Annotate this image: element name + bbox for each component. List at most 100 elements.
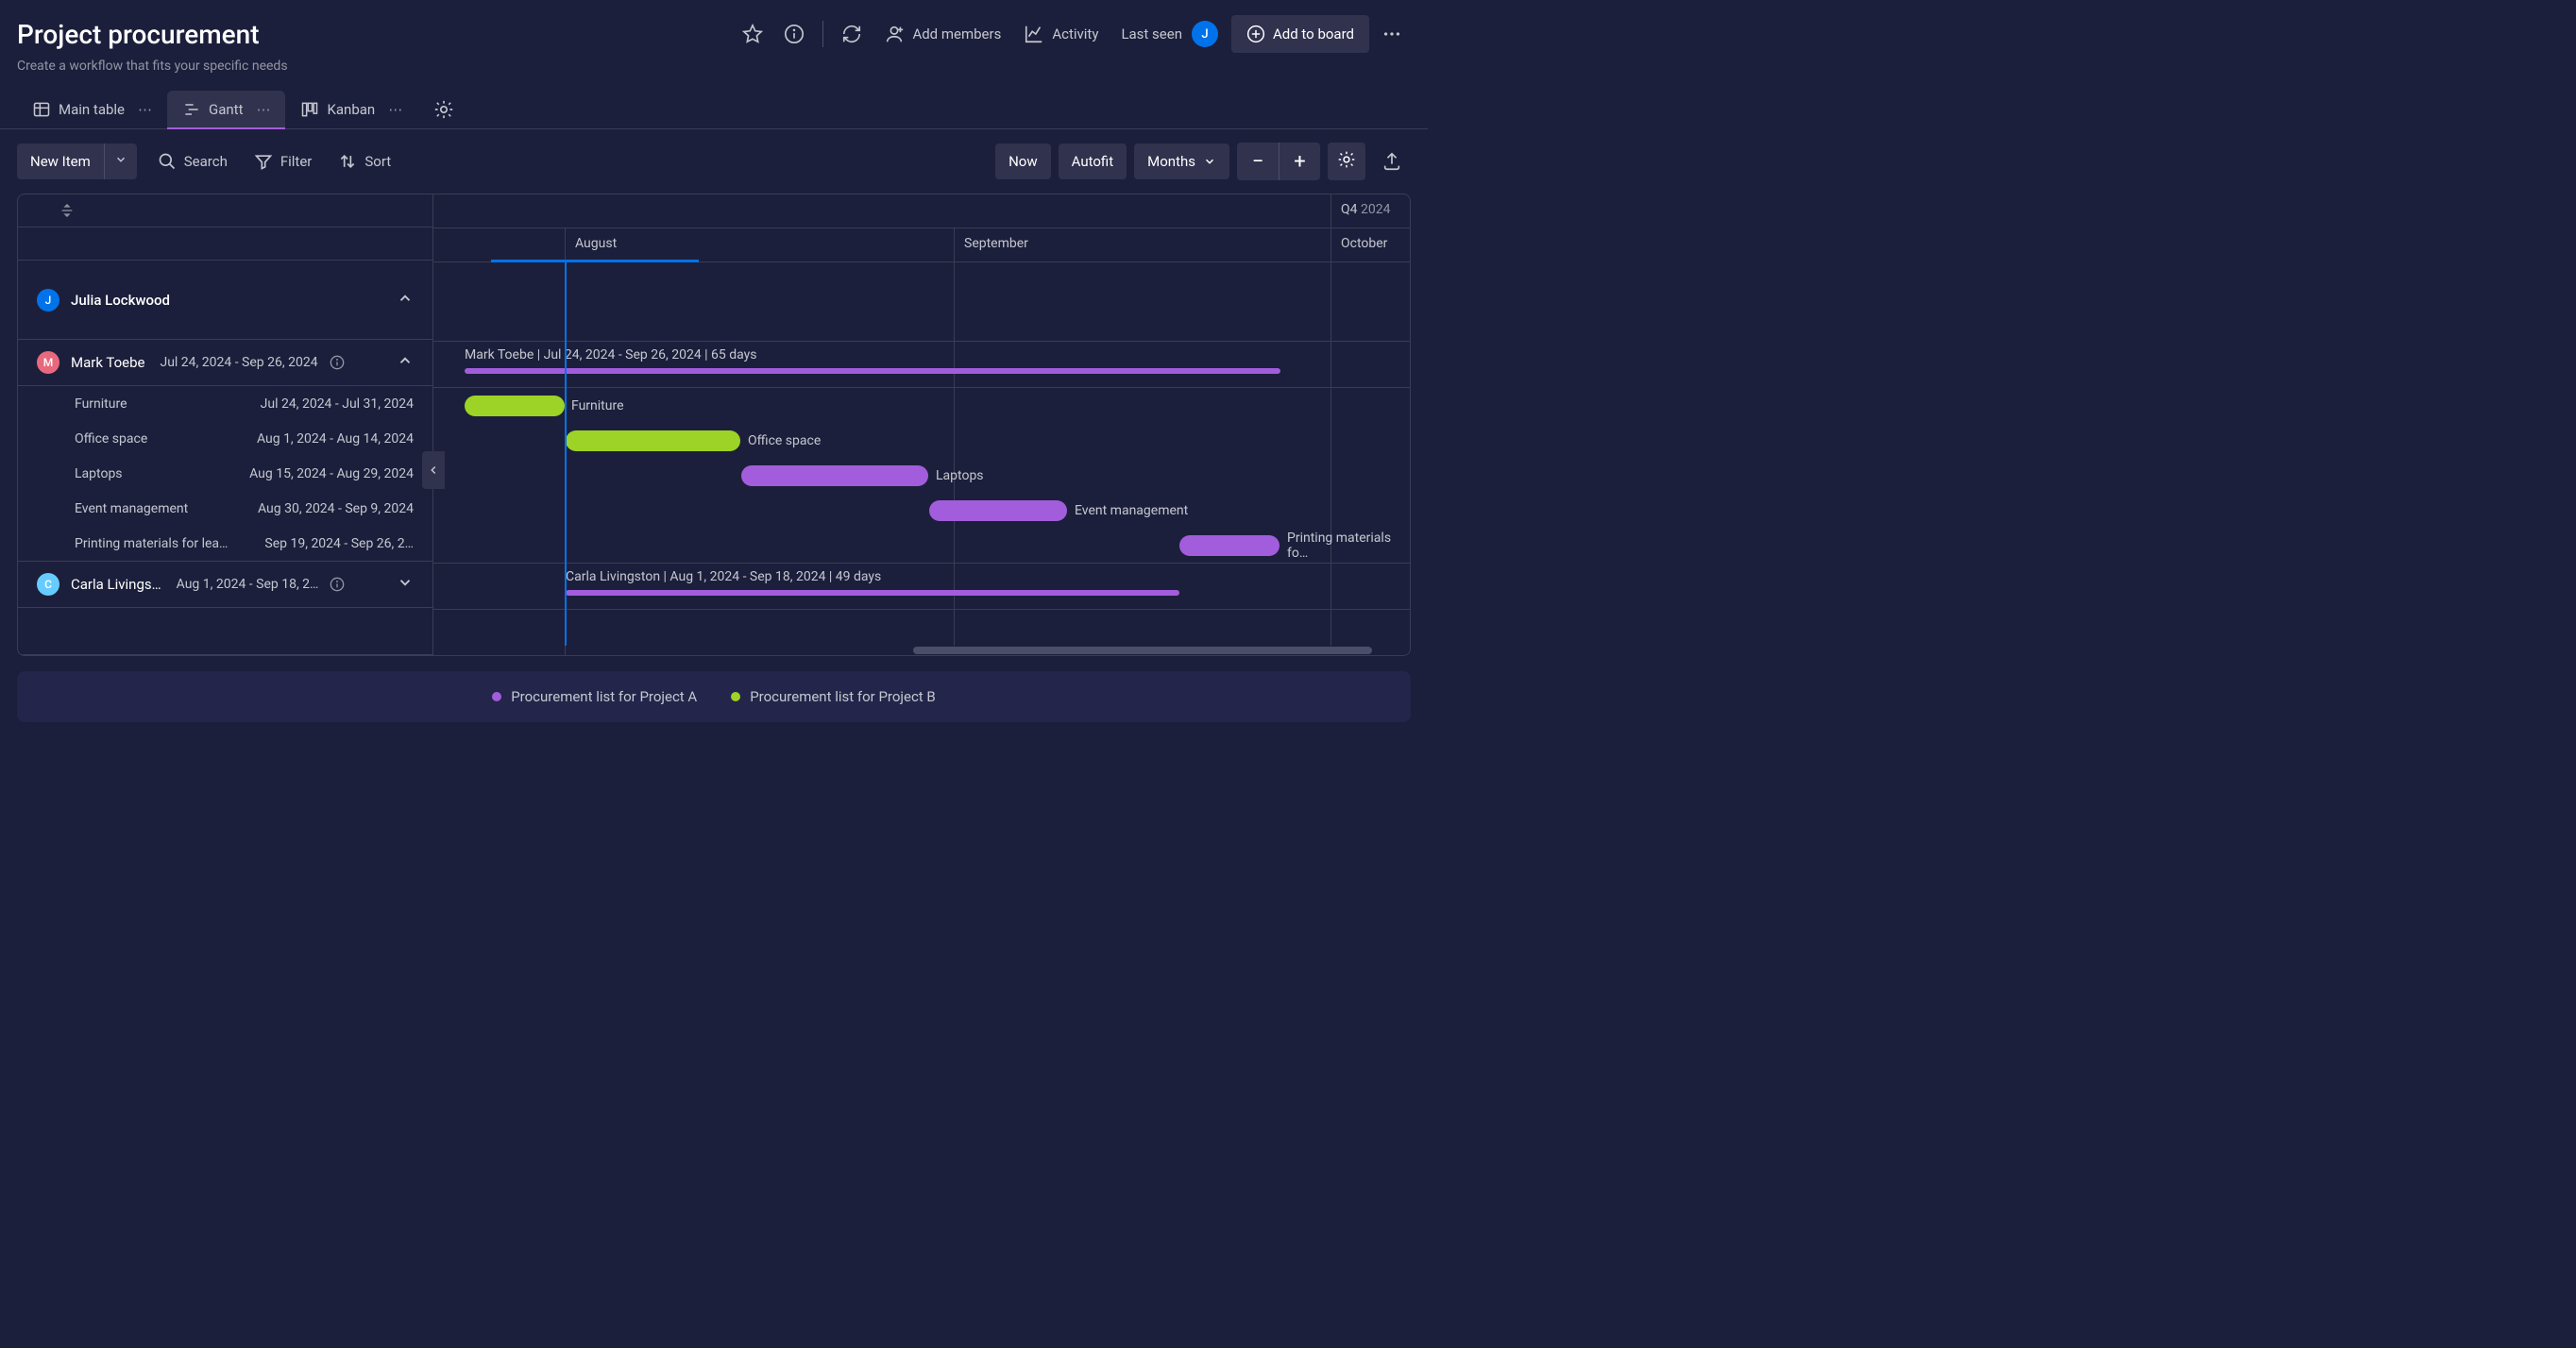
info-button[interactable]	[775, 15, 813, 53]
legend-dot	[492, 692, 501, 701]
resize-handle-icon[interactable]	[59, 203, 75, 218]
new-item-label: New Item	[17, 143, 104, 179]
task-name: Laptops	[75, 466, 123, 481]
legend-dot	[731, 692, 740, 701]
group-header[interactable]: J Julia Lockwood	[18, 261, 432, 340]
add-to-board-label: Add to board	[1273, 25, 1354, 42]
tab-main-table[interactable]: Main table ⋯	[17, 91, 167, 128]
favorite-button[interactable]	[734, 15, 771, 53]
info-icon[interactable]	[330, 577, 345, 592]
collapse-sidebar-button[interactable]	[422, 451, 445, 489]
legend-label: Procurement list for Project B	[750, 688, 936, 705]
chevron-up-icon[interactable]	[397, 290, 414, 307]
chevron-left-icon	[427, 463, 440, 477]
tab-more-button[interactable]: ⋯	[388, 101, 402, 118]
tab-more-button[interactable]: ⋯	[256, 101, 270, 118]
export-button[interactable]	[1373, 143, 1411, 180]
tab-label: Main table	[59, 101, 125, 118]
kanban-icon	[300, 100, 319, 119]
filter-icon	[254, 152, 273, 171]
more-menu-button[interactable]	[1373, 15, 1411, 53]
add-view-button[interactable]	[425, 91, 463, 128]
activity-button[interactable]: Activity	[1014, 16, 1108, 52]
tab-kanban[interactable]: Kanban ⋯	[285, 91, 417, 128]
legend-item: Procurement list for Project B	[731, 688, 936, 705]
activity-icon	[1024, 24, 1044, 44]
span-bar[interactable]	[566, 590, 1179, 596]
add-members-button[interactable]: Add members	[874, 16, 1010, 52]
plus-circle-icon	[1246, 25, 1265, 43]
subgroup-header[interactable]: M Mark Toebe Jul 24, 2024 - Sep 26, 2024	[18, 340, 432, 386]
gantt-row: Mark Toebe | Jul 24, 2024 - Sep 26, 2024…	[433, 342, 1410, 388]
task-dates: Aug 15, 2024 - Aug 29, 2024	[249, 466, 414, 481]
subgroup-header[interactable]: C Carla Livings… Aug 1, 2024 - Sep 18, 2…	[18, 562, 432, 608]
horizontal-scrollbar[interactable]	[849, 646, 1410, 655]
export-icon	[1381, 151, 1402, 172]
task-bar-label: Printing materials fo…	[1287, 531, 1410, 561]
search-label: Search	[184, 153, 228, 170]
table-icon	[32, 100, 51, 119]
tab-more-button[interactable]: ⋯	[138, 101, 152, 118]
task-dates: Sep 19, 2024 - Sep 26, 2…	[264, 536, 414, 551]
task-row[interactable]: Event management Aug 30, 2024 - Sep 9, 2…	[18, 491, 432, 526]
chevron-down-icon	[1203, 155, 1216, 168]
task-row[interactable]: Office space Aug 1, 2024 - Aug 14, 2024	[18, 421, 432, 456]
zoom-out-button[interactable]: −	[1237, 143, 1279, 180]
new-item-button[interactable]: New Item	[17, 143, 137, 179]
sync-icon	[841, 24, 862, 44]
star-icon	[742, 24, 763, 44]
search-button[interactable]: Search	[152, 144, 233, 178]
subgroup-dates: Aug 1, 2024 - Sep 18, 2…	[177, 577, 319, 592]
gantt-settings-button[interactable]	[1328, 143, 1365, 180]
info-icon	[784, 24, 805, 44]
timescale-label: Months	[1147, 153, 1195, 170]
legend: Procurement list for Project A Procureme…	[17, 671, 1411, 722]
span-bar[interactable]	[465, 368, 1280, 374]
scrollbar-thumb[interactable]	[913, 647, 1372, 654]
dots-icon	[1381, 24, 1402, 44]
autofit-button[interactable]: Autofit	[1059, 143, 1127, 179]
task-bar-label: Furniture	[571, 398, 624, 413]
last-seen-button[interactable]: Last seen J	[1111, 13, 1228, 55]
gantt-row: Event management	[433, 493, 1410, 528]
avatar: C	[37, 573, 59, 596]
chevron-down-icon	[114, 153, 127, 166]
gantt-row: Furniture	[433, 388, 1410, 423]
task-row[interactable]: Laptops Aug 15, 2024 - Aug 29, 2024	[18, 456, 432, 491]
task-name: Event management	[75, 501, 188, 516]
last-seen-avatar: J	[1192, 21, 1218, 47]
last-seen-label: Last seen	[1121, 25, 1182, 42]
legend-label: Procurement list for Project A	[511, 688, 697, 705]
task-bar[interactable]	[1179, 535, 1280, 556]
zoom-in-button[interactable]: +	[1279, 143, 1320, 180]
task-row[interactable]: Furniture Jul 24, 2024 - Jul 31, 2024	[18, 386, 432, 421]
avatar: J	[37, 289, 59, 312]
chevron-icon[interactable]	[397, 574, 414, 591]
task-dates: Aug 30, 2024 - Sep 9, 2024	[258, 501, 414, 516]
new-item-dropdown[interactable]	[104, 143, 137, 179]
add-to-board-button[interactable]: Add to board	[1231, 15, 1369, 53]
gantt-row	[433, 262, 1410, 342]
sort-button[interactable]: Sort	[332, 144, 397, 178]
info-icon[interactable]	[330, 355, 345, 370]
divider	[822, 21, 823, 47]
task-name: Furniture	[75, 396, 127, 412]
gantt-icon	[182, 100, 201, 119]
task-row[interactable]: Printing materials for lea… Sep 19, 2024…	[18, 526, 432, 561]
sort-icon	[338, 152, 357, 171]
task-bar[interactable]	[465, 396, 565, 416]
page-subtitle: Create a workflow that fits your specifi…	[17, 59, 1411, 74]
task-bar[interactable]	[929, 500, 1067, 521]
chevron-icon[interactable]	[397, 352, 414, 369]
sync-button[interactable]	[833, 15, 871, 53]
timescale-select[interactable]: Months	[1134, 143, 1229, 179]
task-dates: Aug 1, 2024 - Aug 14, 2024	[257, 431, 414, 447]
add-members-label: Add members	[912, 25, 1001, 42]
filter-button[interactable]: Filter	[248, 144, 318, 178]
gantt-row: Office space	[433, 423, 1410, 458]
task-bar[interactable]	[566, 430, 740, 451]
tab-gantt[interactable]: Gantt ⋯	[167, 91, 285, 128]
task-bar[interactable]	[741, 465, 928, 486]
subgroup-name: Mark Toebe	[71, 354, 144, 371]
now-button[interactable]: Now	[995, 143, 1051, 179]
